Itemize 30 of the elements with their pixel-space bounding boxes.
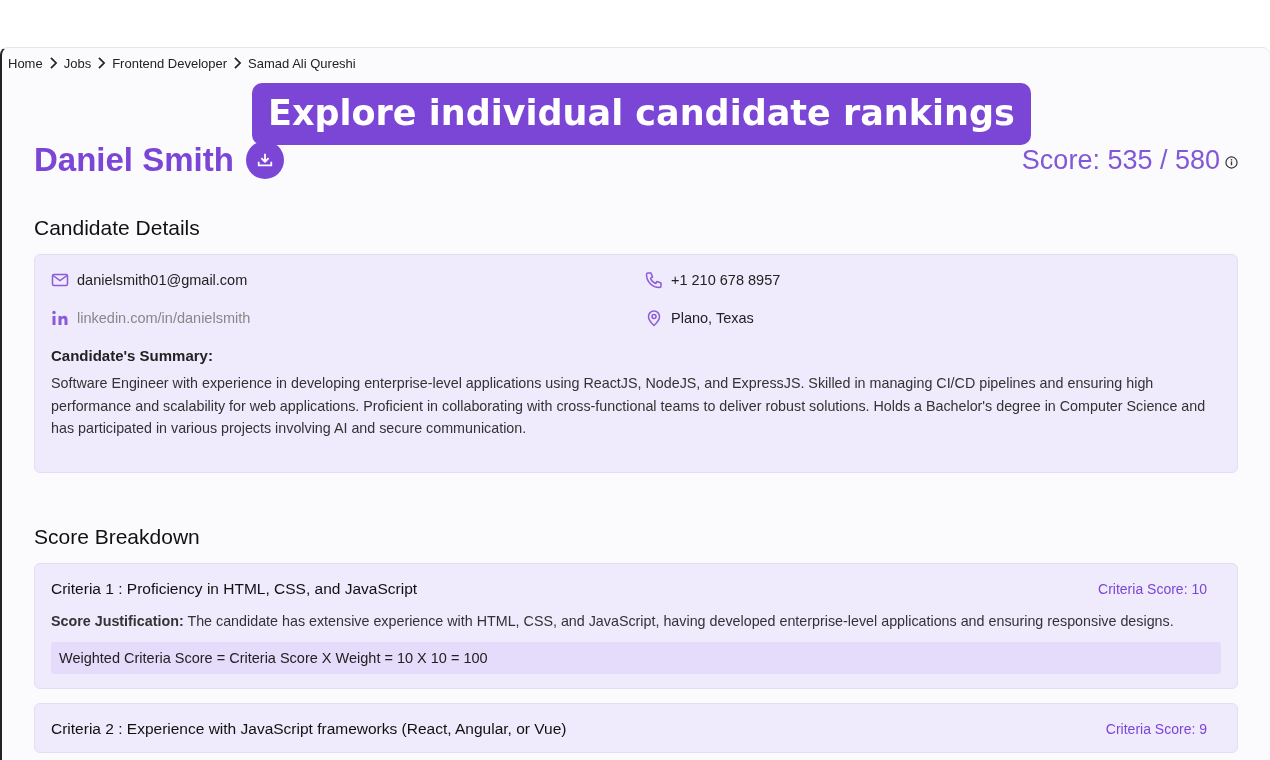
candidate-name: Daniel Smith — [34, 141, 234, 179]
criteria-title: Criteria 1 : Proficiency in HTML, CSS, and JavaScript — [51, 579, 418, 598]
phone-icon — [645, 271, 663, 289]
download-button[interactable] — [245, 141, 284, 179]
breadcrumb-link[interactable]: Jobs — [63, 55, 92, 71]
location-pin-icon — [645, 309, 663, 327]
caption-banner: Explore individual candidate rankings — [252, 83, 1031, 145]
total-score: Score: 535 / 580 — [1021, 144, 1220, 176]
criteria-title: Criteria 2 : Experience with JavaScript frameworks (React, Angular, or Vue) — [51, 720, 567, 738]
chevron-icon — [97, 57, 107, 69]
chevron-icon — [233, 57, 243, 69]
linkedin-icon — [51, 309, 69, 327]
score-justification: Score Justification: The candidate has extensive experience with HTML, CSS, and JavaScript, having developed enterprise-level applications and ensuring responsive designs. — [51, 611, 1175, 631]
section-heading: Score Breakdown — [34, 524, 201, 549]
phone-text: +1 210 678 8957 — [671, 272, 781, 288]
chevron-icon — [48, 57, 58, 69]
download-icon — [255, 151, 274, 169]
mail-icon — [51, 271, 69, 289]
summary-heading: Candidate's Summary: — [51, 347, 214, 364]
section-heading: Candidate Details — [34, 216, 201, 240]
info-icon[interactable] — [1225, 155, 1238, 169]
email-text: danielsmith01@gmail.com — [77, 272, 248, 288]
criteria-score: Criteria Score: 10 — [1098, 580, 1207, 597]
breadcrumb-link[interactable]: Samad Ali Qureshi — [248, 55, 356, 71]
location-text: Plano, Texas — [671, 310, 754, 326]
criteria-score: Criteria Score: 9 — [1105, 721, 1207, 737]
summary-text: Software Engineer with experience in developing enterprise-level applications using ReactJS, NodeJS, and ExpressJS. Skilled in managing CI/CD pipelines and ensuring high performance and scalability for web applications. Proficient in collaborating with cross-functional teams to deliver robust solutions. Holds a Bachelor's degree in Computer Science and has participated in various projects involving AI and secure communication. — [51, 374, 1207, 438]
breadcrumb-link[interactable]: Frontend Developer — [112, 55, 228, 71]
weighted-score-formula: Weighted Criteria Score = Criteria Score X Weight = 10 X 10 = 100 — [51, 642, 1221, 674]
breadcrumb-link[interactable]: Home — [8, 55, 43, 71]
